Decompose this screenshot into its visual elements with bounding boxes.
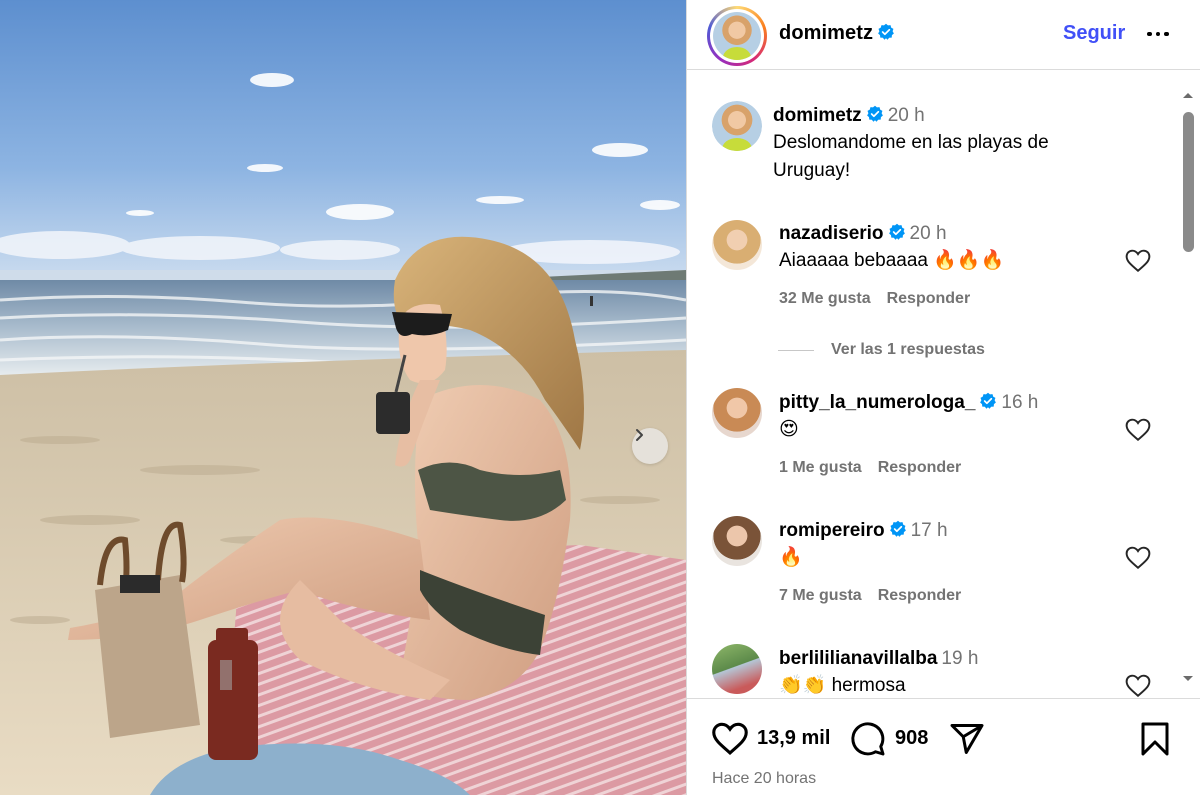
commenter-avatar[interactable] — [712, 220, 762, 270]
commenter-avatar[interactable] — [712, 388, 762, 438]
caption-line-1: Deslomandome en las playas de — [773, 132, 1049, 153]
verified-badge-icon — [888, 223, 905, 240]
comment-like-heart-icon[interactable] — [1125, 674, 1151, 698]
comment-time: 16 h — [1001, 392, 1039, 413]
more-options-icon[interactable] — [1143, 22, 1173, 46]
comment-text: 😍 — [779, 419, 799, 440]
comments-list[interactable]: domimetz 20 h Deslomandome en las playas … — [687, 71, 1200, 698]
like-count[interactable]: 13,9 mil — [757, 727, 830, 750]
reply-button[interactable]: Responder — [878, 459, 962, 476]
author-username-text[interactable]: domimetz — [779, 22, 873, 44]
caption-line-2: Uruguay! — [773, 160, 851, 181]
chevron-right-icon — [636, 429, 643, 441]
comment-likes[interactable]: 7 Me gusta — [779, 587, 862, 604]
post-header: domimetz Seguir — [687, 0, 1200, 70]
caption-author-avatar[interactable] — [712, 101, 762, 151]
scroll-up-arrow-icon[interactable] — [1181, 90, 1195, 100]
view-replies-button[interactable]: Ver las 1 respuestas — [831, 341, 985, 359]
verified-badge-icon — [889, 520, 906, 537]
verified-badge-icon — [878, 23, 895, 40]
share-icon[interactable] — [949, 721, 985, 757]
author-username[interactable]: domimetz — [779, 22, 895, 45]
comment-time: 20 h — [909, 223, 947, 244]
comment-meta: 32 Me gusta Responder — [779, 290, 986, 308]
post-side-panel: domimetz Seguir domimetz 20 h Deslomandom… — [686, 0, 1200, 795]
comment-time: 17 h — [910, 520, 948, 541]
replies-divider — [778, 350, 814, 351]
post-photo[interactable] — [0, 0, 686, 795]
comments-scrollbar[interactable] — [1176, 86, 1198, 698]
caption-time: 20 h — [887, 105, 925, 126]
scroll-thumb[interactable] — [1183, 112, 1194, 252]
comment-username[interactable]: berlililianavillalba 19 h — [779, 648, 978, 670]
commenter-avatar[interactable] — [712, 644, 762, 694]
bookmark-icon[interactable] — [1139, 721, 1171, 757]
follow-button[interactable]: Seguir — [1063, 22, 1125, 45]
comment-text: 👏👏 hermosa — [779, 675, 906, 696]
comment-meta: 7 Me gusta Responder — [779, 587, 977, 605]
beach-photo-illustration — [0, 0, 686, 795]
comment-likes[interactable]: 32 Me gusta — [779, 290, 871, 307]
comment-username[interactable]: nazadiserio 20 h — [779, 223, 947, 245]
comment-icon[interactable] — [850, 721, 886, 757]
comment-like-heart-icon[interactable] — [1125, 418, 1151, 442]
author-avatar — [713, 12, 761, 60]
comment-text: 🔥 — [779, 547, 803, 568]
comment-count[interactable]: 908 — [895, 727, 928, 750]
post-action-bar: 13,9 mil 908 Hace 20 horas — [687, 698, 1200, 795]
comment-like-heart-icon[interactable] — [1125, 546, 1151, 570]
comment-text: Aiaaaaa bebaaaa 🔥🔥🔥 — [779, 250, 1005, 271]
comment-likes[interactable]: 1 Me gusta — [779, 459, 862, 476]
caption-author[interactable]: domimetz 20 h — [773, 105, 925, 127]
verified-badge-icon — [866, 105, 883, 122]
verified-badge-icon — [980, 392, 997, 409]
comment-username[interactable]: pitty_la_numerologa_ 16 h — [779, 392, 1038, 414]
comment-time: 19 h — [941, 648, 979, 669]
reply-button[interactable]: Responder — [878, 587, 962, 604]
post-timestamp[interactable]: Hace 20 horas — [712, 770, 816, 788]
reply-button[interactable]: Responder — [887, 290, 971, 307]
comment-like-heart-icon[interactable] — [1125, 249, 1151, 273]
next-photo-button[interactable] — [632, 428, 668, 464]
comment-meta: 1 Me gusta Responder — [779, 459, 977, 477]
author-avatar-story-ring[interactable] — [707, 6, 767, 66]
commenter-avatar[interactable] — [712, 516, 762, 566]
heart-icon[interactable] — [711, 722, 749, 756]
comment-username[interactable]: romipereiro 17 h — [779, 520, 948, 542]
scroll-down-arrow-icon[interactable] — [1181, 674, 1195, 684]
